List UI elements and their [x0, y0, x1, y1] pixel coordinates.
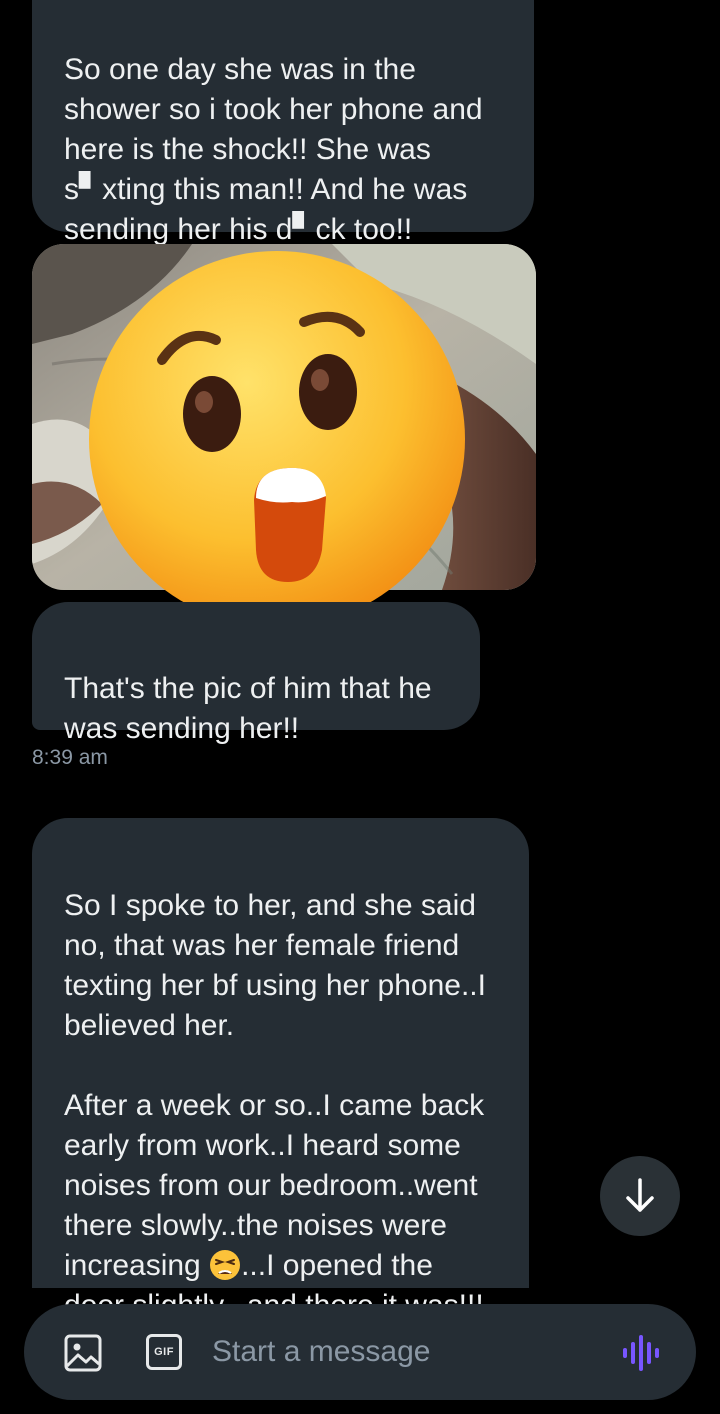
message-bubble-3: So I spoke to her, and she said no, that… — [32, 818, 529, 1322]
tired-face-emoji — [210, 1250, 241, 1280]
message-bubble-2: That's the pic of him that he was sendin… — [32, 602, 480, 745]
arrow-down-icon — [626, 1178, 654, 1212]
message-text-2: That's the pic of him that he was sendin… — [64, 672, 432, 745]
image-icon[interactable] — [64, 1334, 102, 1372]
voice-waveform-icon[interactable] — [622, 1334, 662, 1372]
message-composer: GIF — [24, 1304, 696, 1400]
astonished-face-emoji — [89, 251, 465, 627]
message-bubble-1: So one day she was in the shower so i to… — [32, 0, 534, 246]
message-text-1: So one day she was in the shower so i to… — [64, 53, 483, 246]
message-input[interactable] — [212, 1328, 592, 1376]
scroll-down-button[interactable] — [600, 1156, 680, 1236]
message-timestamp: 8:39 am — [32, 746, 108, 769]
message-text-3a: So I spoke to her, and she said no, that… — [64, 889, 486, 1042]
gif-button[interactable]: GIF — [146, 1334, 182, 1370]
